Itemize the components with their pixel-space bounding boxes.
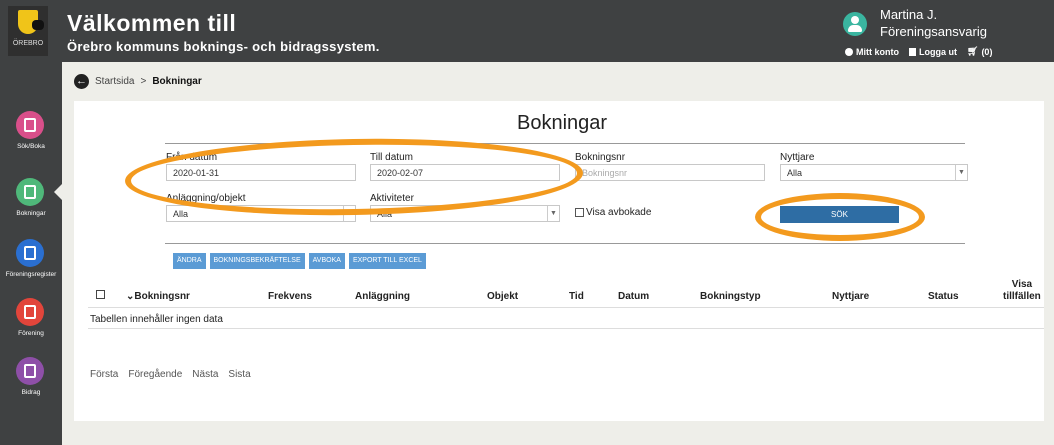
active-pointer <box>54 184 62 200</box>
cart-icon: 🛒︎ <box>967 46 979 56</box>
pager-last[interactable]: Sista <box>228 369 250 380</box>
orebro-logo[interactable]: ÖREBRO <box>8 6 48 56</box>
pager-next[interactable]: Nästa <box>192 369 218 380</box>
col-tillfallen-label: tillfällen <box>1003 291 1041 302</box>
col-frekvens[interactable]: Frekvens <box>268 291 312 302</box>
sidebar-item-label: Bokningar <box>16 210 46 217</box>
sidebar-item-label: Föreningsregister <box>5 271 57 278</box>
chevron-down-icon: ▼ <box>955 165 967 180</box>
filter-divider <box>165 243 965 244</box>
checkbox-box[interactable] <box>575 208 584 217</box>
select-all-checkbox[interactable] <box>96 290 105 299</box>
search-button-highlight-oval <box>755 193 925 241</box>
list-icon <box>16 239 44 267</box>
col-bokningsnr-label: Bokningsnr <box>134 291 190 302</box>
pagination: Första Föregående Nästa Sista <box>90 369 251 380</box>
sidebar-item-sok-boka[interactable]: Sök/Boka <box>0 111 62 171</box>
cart-link[interactable]: 🛒︎ (0) <box>967 46 992 57</box>
sidebar-item-label: Förening <box>18 330 44 337</box>
row-divider <box>88 328 1044 329</box>
my-account-label: Mitt konto <box>856 46 899 57</box>
col-status[interactable]: Status <box>928 291 959 302</box>
my-account-link[interactable]: Mitt konto <box>845 46 899 57</box>
col-anlaggning[interactable]: Anläggning <box>355 291 410 302</box>
col-datum[interactable]: Datum <box>618 291 649 302</box>
user-select-value: Alla <box>787 168 803 178</box>
empty-table-text: Tabellen innehåller ingen data <box>90 314 223 325</box>
group-icon <box>16 298 44 326</box>
breadcrumb-current: Bokningar <box>152 76 202 87</box>
user-avatar-icon <box>843 12 867 36</box>
sidebar-item-label: Sök/Boka <box>17 143 45 150</box>
calendar-check-icon <box>16 178 44 206</box>
cart-count: (0) <box>981 46 993 57</box>
logo-text: ÖREBRO <box>12 40 44 47</box>
col-visa-label: Visa <box>1011 279 1033 290</box>
user-label: Nyttjare <box>780 152 815 163</box>
edit-button[interactable]: ÄNDRA <box>173 253 206 269</box>
welcome-title: Välkommen till <box>67 10 237 36</box>
show-cancelled-checkbox[interactable]: Visa avbokade <box>575 207 651 218</box>
gear-icon <box>845 47 853 56</box>
sidebar-item-bokningar[interactable]: Bokningar <box>0 178 62 238</box>
cancel-booking-button[interactable]: AVBOKA <box>308 253 345 269</box>
booking-confirmation-button[interactable]: BOKNINGSBEKRÄFTELSE <box>209 253 305 269</box>
logout-icon <box>909 47 916 56</box>
facility-select-value: Alla <box>173 209 189 219</box>
sidebar-item-foreningsregister[interactable]: Föreningsregister <box>0 239 62 299</box>
user-name: Martina J. <box>880 7 938 22</box>
welcome-subtitle: Örebro kommuns boknings- och bidragssyst… <box>67 39 380 54</box>
col-visa-tillfallen[interactable]: Visa tillfällen <box>1003 279 1041 303</box>
user-role: Föreningsansvarig <box>880 24 987 39</box>
page-title: Bokningar <box>517 112 608 134</box>
pager-previous[interactable]: Föregående <box>128 369 182 380</box>
col-tid[interactable]: Tid <box>569 291 584 302</box>
pager-first[interactable]: Första <box>90 369 118 380</box>
sidebar-item-label: Bidrag <box>21 389 41 396</box>
chevron-down-icon: ▼ <box>547 206 559 221</box>
sidebar: Sök/Boka Bokningar Föreningsregister För… <box>0 62 62 445</box>
top-header: ÖREBRO Välkommen till Örebro kommuns bok… <box>0 0 1054 62</box>
breadcrumb-home[interactable]: Startsida <box>95 76 134 87</box>
col-bokningsnr[interactable]: ⌄Bokningsnr <box>126 291 190 302</box>
action-buttons: ÄNDRA BOKNINGSBEKRÄFTELSE AVBOKA EXPORT … <box>173 253 426 269</box>
export-excel-button[interactable]: EXPORT TILL EXCEL <box>348 253 426 269</box>
logout-label: Logga ut <box>919 46 957 57</box>
col-objekt[interactable]: Objekt <box>487 291 518 302</box>
calculator-icon <box>16 357 44 385</box>
show-cancelled-label: Visa avbokade <box>586 207 652 218</box>
booking-nr-label: Bokningsnr <box>575 152 626 163</box>
calendar-icon <box>16 111 44 139</box>
breadcrumb-separator: > <box>140 76 147 87</box>
col-nyttjare[interactable]: Nyttjare <box>832 291 869 302</box>
user-links: Mitt konto Logga ut 🛒︎ (0) <box>845 46 992 57</box>
breadcrumb: ← Startsida > Bokningar <box>74 74 202 89</box>
booking-nr-input[interactable]: Bokningsnr <box>575 164 765 181</box>
header-divider <box>88 307 1044 308</box>
sidebar-item-bidrag[interactable]: Bidrag <box>0 357 62 417</box>
col-bokningstyp[interactable]: Bokningstyp <box>700 291 761 302</box>
user-select[interactable]: Alla ▼ <box>780 164 968 181</box>
logout-link[interactable]: Logga ut <box>909 46 957 57</box>
back-arrow-icon[interactable]: ← <box>74 74 89 89</box>
sidebar-item-forening[interactable]: Förening <box>0 298 62 358</box>
coat-of-arms-icon <box>18 10 44 34</box>
